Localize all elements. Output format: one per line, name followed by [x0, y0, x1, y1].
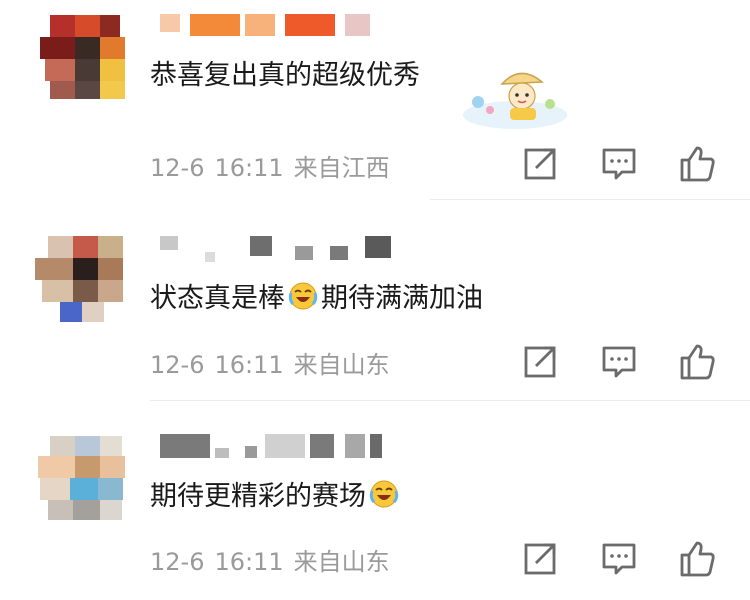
username-blurred[interactable]	[155, 428, 395, 460]
comment-time: 16:11	[214, 154, 284, 182]
like-button[interactable]	[676, 142, 718, 184]
avatar[interactable]	[30, 436, 125, 526]
comment-time: 16:11	[214, 548, 284, 576]
username-blurred[interactable]	[155, 8, 395, 40]
comment-button[interactable]	[598, 340, 640, 382]
username-blurred[interactable]	[155, 230, 395, 262]
comment-location: 来自山东	[293, 351, 390, 379]
comment-meta: 12-6 16:11 来自江西	[150, 148, 400, 183]
crying-laughing-emoji	[288, 282, 318, 310]
like-button[interactable]	[676, 537, 718, 579]
share-icon	[524, 346, 556, 378]
comment-meta: 12-6 16:11 来自山东	[150, 542, 400, 577]
avatar[interactable]	[30, 236, 125, 326]
comment-item: 期待更精彩的赛场 12-6 16:11 来自山东	[0, 420, 750, 600]
comment-meta: 12-6 16:11 来自山东	[150, 345, 400, 380]
share-button[interactable]	[520, 142, 562, 184]
thumbs-up-icon	[680, 344, 715, 380]
comment-location: 来自江西	[293, 154, 390, 182]
sticker-image	[460, 60, 570, 130]
comment-date: 12-6	[150, 154, 205, 182]
comment-text: 恭喜复出真的超级优秀	[150, 58, 420, 94]
divider	[430, 199, 750, 200]
comment-item: 恭喜复出真的超级优秀 12-6 16:11 来自江西	[0, 0, 750, 200]
comment-icon	[602, 543, 636, 575]
comment-text-content: 状态真是棒	[150, 283, 285, 314]
comment-text-content: 期待更精彩的赛场	[150, 481, 366, 512]
comment-icon	[602, 346, 636, 378]
share-button[interactable]	[520, 537, 562, 579]
thumbs-up-icon	[680, 146, 715, 182]
comment-text-content: 恭喜复出真的超级优秀	[150, 60, 420, 91]
comment-item: 状态真是棒 期待满满加油 12-6 16:11 来自山东	[0, 222, 750, 402]
share-button[interactable]	[520, 340, 562, 382]
like-button[interactable]	[676, 340, 718, 382]
comment-button[interactable]	[598, 537, 640, 579]
divider	[150, 400, 750, 401]
comment-date: 12-6	[150, 548, 205, 576]
share-icon	[524, 543, 556, 575]
comment-location: 来自山东	[293, 548, 390, 576]
comment-icon	[602, 148, 636, 180]
comment-time: 16:11	[214, 351, 284, 379]
comment-date: 12-6	[150, 351, 205, 379]
thumbs-up-icon	[680, 541, 715, 577]
comment-button[interactable]	[598, 142, 640, 184]
comment-text: 期待更精彩的赛场	[150, 478, 402, 515]
share-icon	[524, 148, 556, 180]
comment-text-content: 期待满满加油	[321, 283, 483, 314]
crying-laughing-emoji	[369, 480, 399, 508]
avatar[interactable]	[30, 15, 125, 105]
comment-text: 状态真是棒 期待满满加油	[150, 280, 483, 317]
